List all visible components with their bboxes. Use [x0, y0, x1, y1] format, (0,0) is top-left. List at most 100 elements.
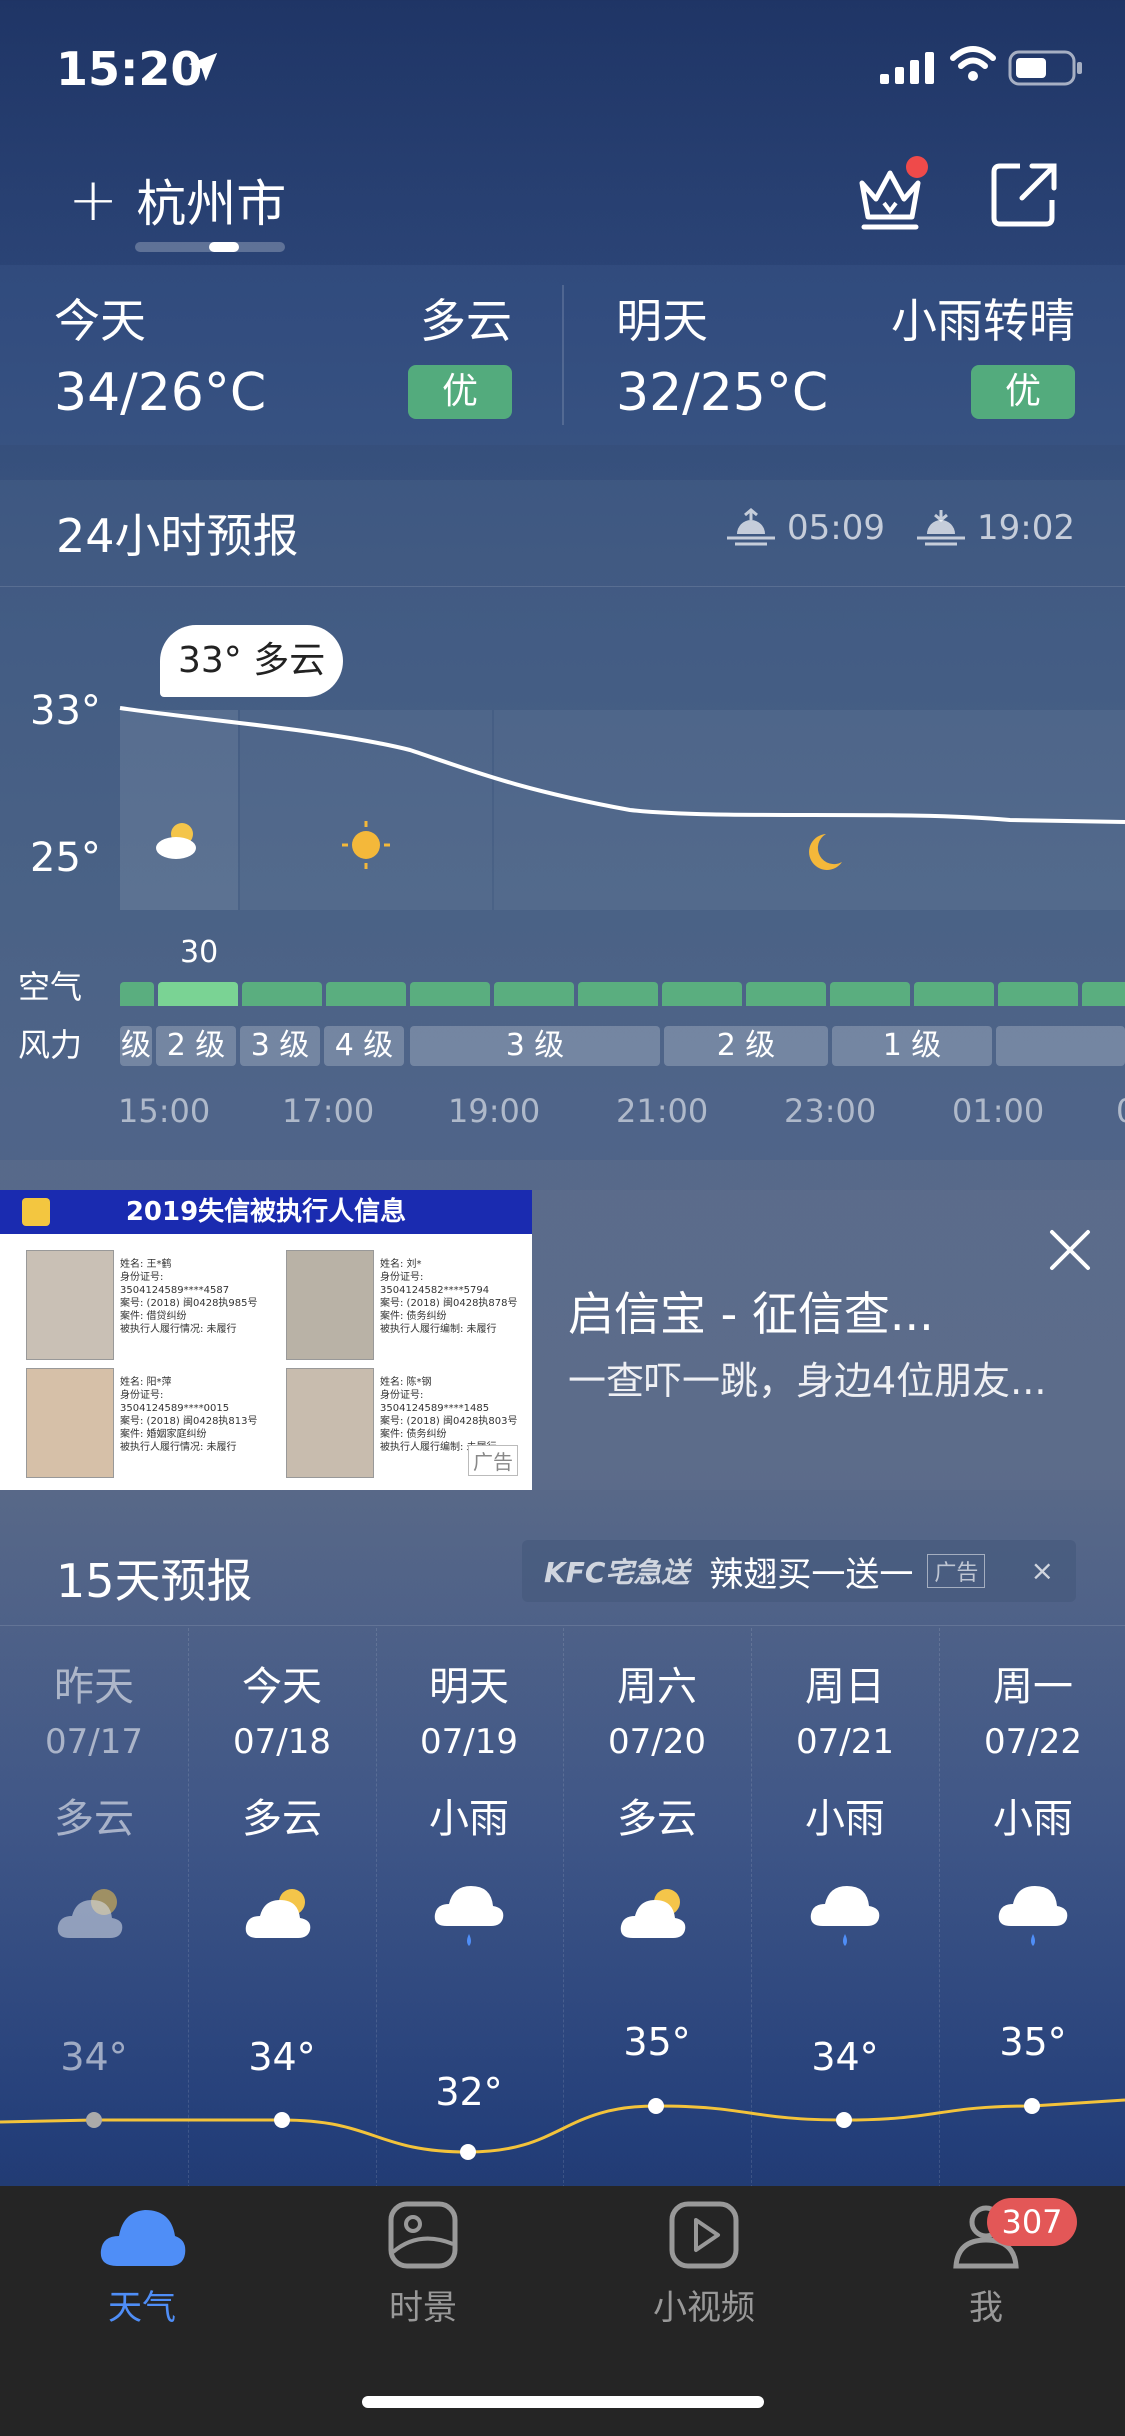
- daily-temp-line: [0, 2098, 1125, 2154]
- kfc-ad-text: 辣翅买一送一: [709, 1554, 914, 1595]
- hour-label: 01:00: [952, 1092, 1045, 1130]
- tab-short-video[interactable]: 小视频: [624, 2200, 784, 2329]
- hourly-forecast-title: 24小时预报: [56, 509, 299, 563]
- condition-label: 小雨: [993, 1796, 1073, 1842]
- aqi-bar-row: [120, 982, 1125, 1006]
- wind-level-chip: 级: [120, 1026, 152, 1066]
- kfc-logo: KFC宅急送: [544, 1556, 690, 1589]
- ad-title[interactable]: 启信宝 - 征信查...: [568, 1278, 934, 1344]
- weekday-label: 明天: [429, 1664, 509, 1710]
- aqi-bar: [120, 982, 154, 1006]
- temp-point: [86, 2112, 102, 2128]
- sunrise-icon: [727, 508, 775, 546]
- person-photo: [286, 1250, 374, 1360]
- tab-label: 小视频: [653, 2288, 755, 2328]
- weekday-label: 今天: [242, 1664, 322, 1710]
- aqi-bar: [494, 982, 574, 1006]
- divider: [0, 586, 1125, 587]
- tomorrow-temp: 32/25°C: [616, 363, 829, 423]
- hourly-temp-chart: [119, 706, 1125, 910]
- daily-forecast-title: 15天预报: [56, 1554, 253, 1608]
- sunset-time: 19:02: [977, 508, 1075, 548]
- tab-label: 天气: [108, 2288, 176, 2328]
- aqi-bar: [578, 982, 658, 1006]
- rain-icon: [434, 1886, 504, 1946]
- tab-label: 时景: [389, 2288, 457, 2328]
- status-time: 15:20: [56, 42, 203, 96]
- tomorrow-summary[interactable]: 明天 小雨转晴 32/25°C 优: [562, 265, 1125, 445]
- condition-label: 多云: [54, 1796, 134, 1842]
- today-aqi-badge: 优: [408, 365, 512, 419]
- aqi-row-label: 空气: [18, 968, 83, 1006]
- hour-label: 21:00: [616, 1092, 709, 1130]
- rain-icon: [810, 1886, 880, 1946]
- home-indicator[interactable]: [362, 2396, 764, 2408]
- partly-cloudy-icon: [620, 1889, 686, 1938]
- person-info: 姓名: 陈*钢 身份证号: 3504124589****1485 案号: (2018…: [380, 1377, 518, 1453]
- tomorrow-label: 明天: [616, 294, 708, 348]
- add-city-icon[interactable]: +: [68, 170, 118, 230]
- shield-icon: [22, 1198, 50, 1226]
- ad-image[interactable]: 2019失信被执行人信息 姓名: 王*鹤 身份证号: 3504124589****…: [0, 1190, 532, 1490]
- person-info: 姓名: 阳*萍 身份证号: 3504124589****0015 案号: (2018…: [120, 1377, 258, 1453]
- weekday-label: 周日: [805, 1664, 885, 1710]
- date-label: 07/22: [984, 1722, 1082, 1762]
- aqi-bar: [1082, 982, 1125, 1006]
- partly-cloudy-icon: [57, 1889, 123, 1938]
- today-label: 今天: [54, 294, 146, 348]
- sunrise-time: 05:09: [787, 508, 885, 548]
- aqi-bar: [830, 982, 910, 1006]
- notification-badge: 307: [987, 2198, 1077, 2246]
- tab-scenery[interactable]: 时景: [343, 2200, 503, 2329]
- date-label: 07/17: [45, 1722, 143, 1762]
- aqi-bar: [998, 982, 1078, 1006]
- hourly-tooltip: 33° 多云: [160, 625, 344, 697]
- today-condition: 多云: [420, 294, 512, 348]
- aqi-bar: [158, 982, 238, 1006]
- condition-label: 多云: [617, 1796, 697, 1842]
- today-summary[interactable]: 今天 多云 34/26°C 优: [0, 265, 562, 445]
- hour-label: 19:00: [448, 1092, 541, 1130]
- condition-label: 小雨: [429, 1796, 509, 1842]
- divider: [562, 285, 564, 425]
- sunset: 19:02: [915, 508, 1075, 548]
- wind-level-chip: [996, 1026, 1125, 1066]
- kfc-ad[interactable]: KFC宅急送 辣翅买一送一 广告 ×: [522, 1540, 1076, 1602]
- cloud-icon: [100, 2210, 186, 2266]
- date-label: 07/19: [420, 1722, 518, 1762]
- aqi-bar: [410, 982, 490, 1006]
- ad-tag: 广告: [468, 1445, 518, 1476]
- city-selector[interactable]: + 杭州市: [68, 160, 286, 240]
- temp-point: [1024, 2098, 1040, 2114]
- date-label: 07/21: [796, 1722, 894, 1762]
- weekday-label: 周一: [993, 1664, 1073, 1710]
- sunset-icon: [917, 510, 965, 546]
- daily-temp-chart: [0, 2098, 1125, 2160]
- wind-level-chip: 1 级: [832, 1026, 992, 1066]
- share-icon[interactable]: [990, 160, 1060, 230]
- date-label: 07/20: [608, 1722, 706, 1762]
- divider: [0, 1625, 1125, 1626]
- hour-label: 23:00: [784, 1092, 877, 1130]
- wind-level-chip: 3 级: [240, 1026, 320, 1066]
- scenery-icon: [388, 2201, 458, 2269]
- hour-highlight: [120, 710, 238, 910]
- high-temp: 35°: [623, 2020, 691, 2064]
- wind-level-chip: 2 级: [156, 1026, 236, 1066]
- tomorrow-aqi-badge: 优: [971, 365, 1075, 419]
- aqi-bar: [242, 982, 322, 1006]
- condition-label: 多云: [242, 1796, 322, 1842]
- battery-icon: [1008, 50, 1082, 86]
- close-icon[interactable]: [1048, 1228, 1092, 1272]
- condition-label: 小雨: [805, 1796, 885, 1842]
- close-icon[interactable]: ×: [1031, 1554, 1054, 1587]
- ad-subtitle[interactable]: 一查吓一跳，身边4位朋友...: [568, 1350, 1046, 1405]
- night-band: [494, 710, 1125, 910]
- hour-label: 15:00: [118, 1092, 211, 1130]
- weekday-label: 周六: [617, 1664, 697, 1710]
- ad-image-title: 2019失信被执行人信息: [0, 1190, 532, 1234]
- tab-weather[interactable]: 天气: [62, 2200, 222, 2329]
- person-photo: [26, 1368, 114, 1478]
- wind-level-chip: 3 级: [410, 1026, 660, 1066]
- ad-tag: 广告: [927, 1554, 986, 1588]
